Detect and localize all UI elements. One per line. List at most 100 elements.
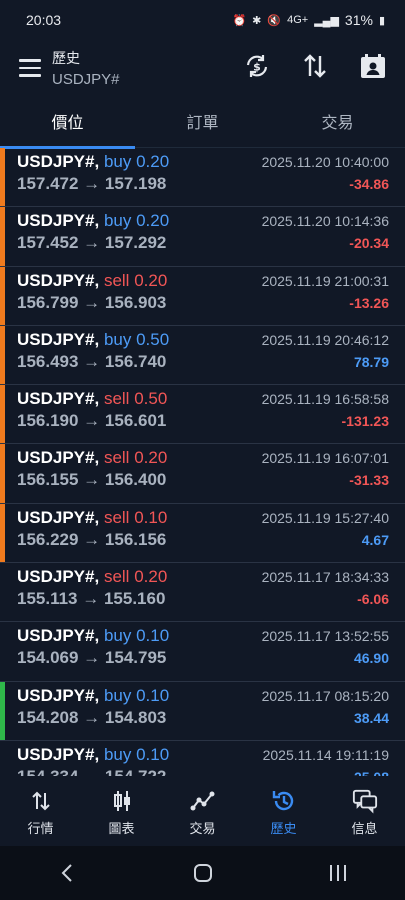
trade-prices: 157.452 → 157.292	[17, 233, 166, 253]
trade-volume: 0.20	[136, 211, 170, 231]
trade-time: 2025.11.19 21:00:31	[261, 272, 389, 289]
nav-trade[interactable]: 交易	[162, 778, 243, 846]
trade-volume: 0.20	[134, 448, 168, 468]
trade-title: USDJPY#, sell 0.20	[17, 567, 167, 587]
trade-volume: 0.10	[134, 507, 168, 527]
trade-volume: 0.10	[136, 744, 170, 764]
tab-orders[interactable]: 訂單	[135, 104, 270, 147]
trade-profit: -6.06	[357, 591, 389, 608]
row-accent	[0, 266, 5, 325]
open-price: 154.334	[17, 767, 78, 776]
sort-icon	[304, 54, 326, 78]
row-accent	[0, 681, 5, 740]
trade-title: USDJPY#, buy 0.10	[17, 745, 169, 765]
trade-time: 2025.11.14 19:11:19	[262, 746, 389, 763]
trade-profit: 25.08	[354, 769, 389, 776]
trade-profit: -34.86	[349, 176, 389, 192]
trade-prices: 156.493 → 156.740	[17, 352, 166, 372]
trade-side: buy	[103, 329, 132, 349]
open-price: 157.472	[17, 174, 79, 193]
trade-volume: 0.20	[134, 567, 168, 587]
signal-icon: ▂▄▆	[314, 14, 339, 27]
trade-profit: 38.44	[353, 709, 389, 726]
tab-deals[interactable]: 交易	[270, 104, 405, 147]
nav-messages[interactable]: 信息	[324, 778, 405, 846]
arrow-right-icon: →	[78, 767, 104, 776]
alarm-icon: ⏰	[232, 14, 247, 27]
row-accent	[0, 325, 5, 385]
row-accent	[0, 444, 5, 503]
nav-chart-label: 圖表	[108, 820, 135, 836]
trade-row[interactable]: USDJPY#, buy 0.20 157.452 → 157.292 2025.1…	[0, 207, 405, 267]
trade-symbol: USDJPY#,	[17, 744, 100, 764]
history-list[interactable]: USDJPY#, buy 0.20 157.472 → 157.198 2025.1…	[0, 148, 405, 776]
trade-symbol: USDJPY#,	[17, 270, 100, 290]
trade-time: 2025.11.17 13:52:55	[261, 628, 389, 645]
arrow-right-icon: →	[78, 707, 105, 727]
trade-row[interactable]: USDJPY#, buy 0.10 154.069 → 154.795 2025.1…	[0, 622, 405, 682]
trade-volume: 0.10	[136, 626, 170, 646]
trade-prices: 154.208 → 154.803	[17, 708, 166, 728]
trade-side: sell	[103, 567, 130, 587]
nav-quotes-label: 行情	[27, 820, 54, 836]
page-title: 歷史	[52, 50, 80, 66]
nav-quotes[interactable]: 行情	[0, 778, 81, 846]
trade-profit: 4.67	[361, 531, 389, 548]
row-accent	[0, 207, 5, 266]
trade-row[interactable]: USDJPY#, sell 0.10 156.229 → 156.156 2025.…	[0, 503, 405, 564]
title-block: 歷史 USDJPY#	[52, 48, 120, 88]
trade-title: USDJPY#, sell 0.50	[17, 389, 167, 409]
close-price: 156.156	[104, 529, 167, 549]
bluetooth-icon: ✱	[252, 14, 262, 27]
arrow-right-icon: →	[77, 589, 104, 609]
home-icon	[193, 864, 212, 882]
trade-prices: 155.113 → 155.160	[17, 589, 165, 609]
trade-prices: 156.155 → 156.400	[17, 470, 166, 490]
svg-text:$: $	[253, 61, 261, 74]
trade-time: 2025.11.19 15:27:40	[261, 509, 389, 526]
currency-sync-button[interactable]: $	[239, 48, 275, 84]
tab-price[interactable]: 價位	[0, 104, 135, 149]
close-price: 156.601	[104, 411, 167, 431]
trade-row[interactable]: USDJPY#, buy 0.10 154.208 → 154.803 2025.1…	[0, 681, 405, 741]
arrow-right-icon: →	[78, 174, 105, 193]
hamburger-icon	[19, 59, 41, 62]
trade-time: 2025.11.20 10:40:00	[261, 154, 389, 170]
trade-row[interactable]: USDJPY#, sell 0.20 155.113 → 155.160 2025.…	[0, 563, 405, 623]
menu-button[interactable]	[8, 46, 52, 90]
arrow-right-icon: →	[78, 648, 105, 668]
nav-messages-label: 信息	[351, 820, 378, 836]
sort-button[interactable]	[297, 48, 333, 84]
calendar-person-icon	[361, 54, 385, 78]
nav-history-label: 歷史	[270, 820, 297, 836]
trade-row[interactable]: USDJPY#, sell 0.50 156.190 → 156.601 2025.…	[0, 385, 405, 445]
close-price: 157.198	[104, 174, 167, 193]
currency-sync-icon: $	[246, 55, 268, 77]
trade-row[interactable]: USDJPY#, buy 0.10 154.334 → 154.722 2025.1…	[0, 741, 405, 776]
open-price: 154.208	[17, 707, 79, 727]
back-button[interactable]	[48, 853, 88, 893]
nav-history[interactable]: 歷史	[243, 778, 324, 846]
nav-chart[interactable]: 圖表	[81, 778, 162, 846]
close-price: 156.903	[104, 292, 167, 312]
trade-row[interactable]: USDJPY#, sell 0.20 156.155 → 156.400 2025.…	[0, 444, 405, 504]
app-header: 歷史 USDJPY# $	[0, 40, 405, 96]
open-price: 156.155	[17, 470, 79, 490]
arrow-right-icon: →	[78, 351, 105, 371]
bottom-nav: 行情 圖表 交易 歷史 信息	[0, 778, 405, 846]
trade-row[interactable]: USDJPY#, buy 0.20 157.472 → 157.198 2025.1…	[0, 148, 405, 208]
trade-row[interactable]: USDJPY#, buy 0.50 156.493 → 156.740 2025.1…	[0, 325, 405, 386]
recents-button[interactable]	[318, 853, 358, 893]
calendar-filter-button[interactable]	[355, 48, 391, 84]
trade-profit: -31.33	[349, 472, 389, 489]
trade-prices: 154.069 → 154.795	[17, 648, 166, 668]
close-price: 156.740	[104, 351, 167, 371]
history-icon	[271, 788, 297, 814]
trade-symbol: USDJPY#,	[17, 448, 100, 468]
trade-volume: 0.20	[136, 152, 170, 171]
trade-profit: 78.79	[353, 353, 389, 370]
close-price: 157.292	[104, 233, 167, 253]
home-button[interactable]	[183, 853, 223, 893]
trade-symbol: USDJPY#,	[17, 329, 100, 349]
trade-row[interactable]: USDJPY#, sell 0.20 156.799 → 156.903 2025.…	[0, 266, 405, 326]
